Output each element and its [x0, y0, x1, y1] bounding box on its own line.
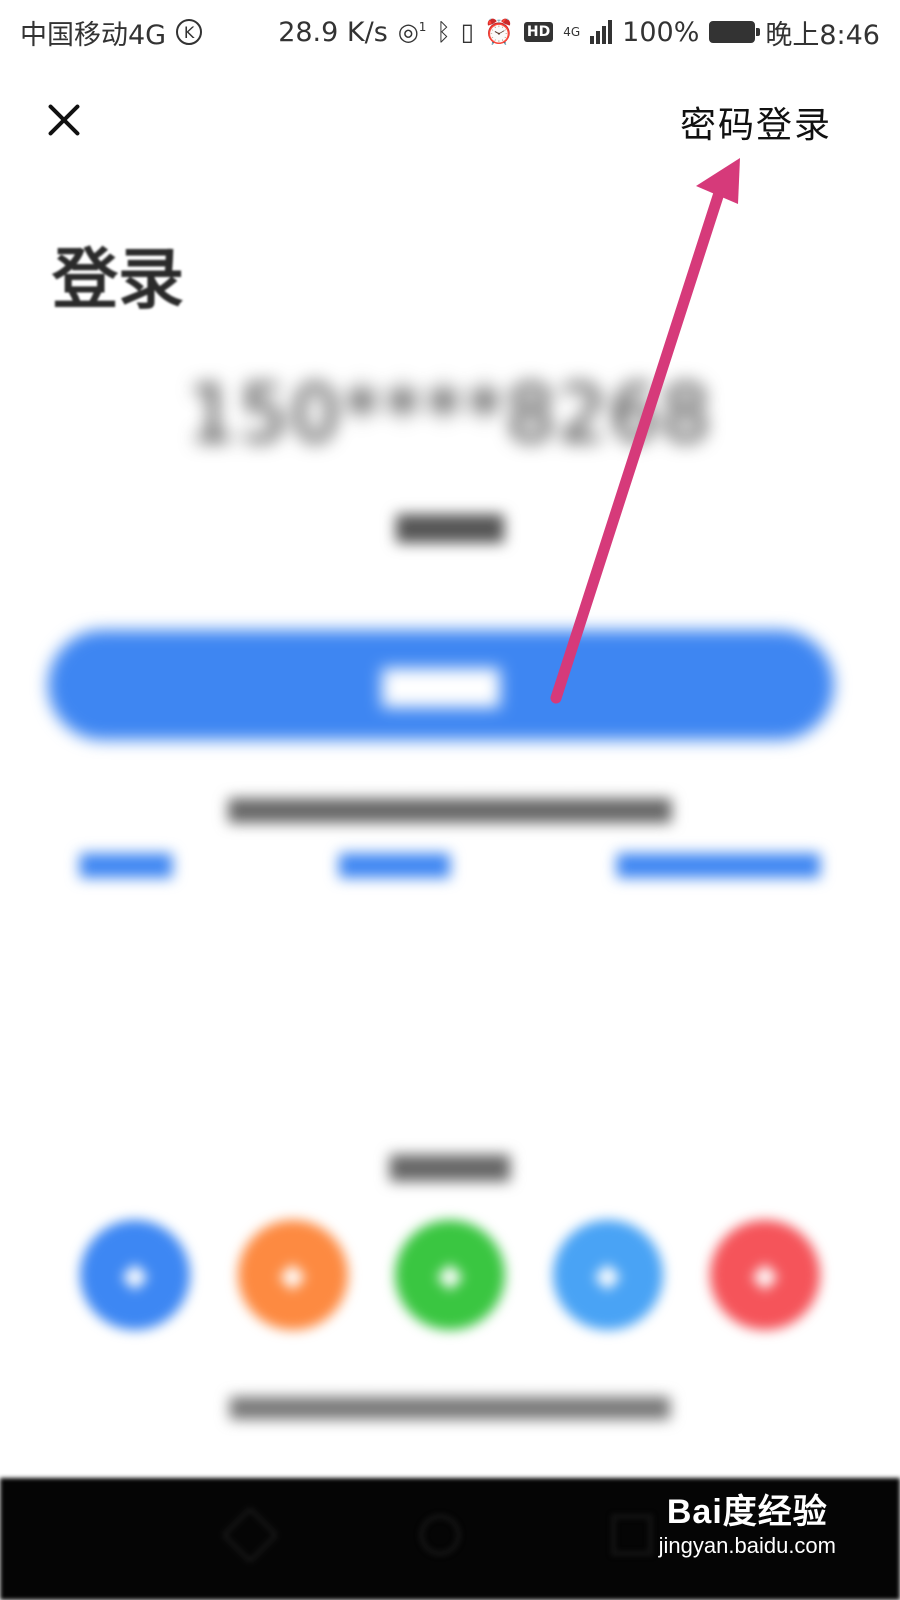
watermark-url: jingyan.baidu.com: [658, 1533, 836, 1558]
alipay-login-button[interactable]: ◆: [710, 1220, 820, 1330]
wechat-icon: ◆: [436, 1255, 464, 1295]
carrier-agreement-link[interactable]: ▇▇▇▇▇▇▇▇▇▇▇: [617, 850, 820, 878]
network-speed: 28.9 K/s: [278, 16, 388, 48]
close-icon[interactable]: [40, 96, 88, 144]
bluetooth-icon: ᛒ: [436, 18, 451, 46]
masked-phone-number: 150****8268: [187, 370, 713, 460]
status-bar: 中国移动4G K 28.9 K/s ◎1 ᛒ ▯ ⏰ HD 4G 100% 晚上…: [0, 0, 900, 64]
agreement-links: ▇▇▇▇▇ ▇▇▇▇▇▇ ▇▇▇▇▇▇▇▇▇▇▇: [80, 850, 820, 878]
qq-icon: ◆: [121, 1255, 149, 1295]
other-login-methods-label: ▇▇▇▇▇▇: [390, 1152, 510, 1182]
weibo-icon: ◆: [279, 1255, 306, 1295]
page-title: 登录: [52, 241, 184, 318]
baidu-jingyan-watermark: Bai度经验 jingyan.baidu.com: [659, 1484, 836, 1559]
carrier-label: 中国移动4G: [20, 19, 167, 51]
hotspot-icon: ◎1: [397, 18, 427, 46]
home-key-icon[interactable]: [420, 1515, 460, 1555]
qq-login-button[interactable]: ◆: [80, 1220, 190, 1330]
battery-icon: [709, 21, 761, 43]
watermark-logo: Bai度经验: [666, 1493, 828, 1531]
alipay-icon: ◆: [751, 1255, 779, 1295]
battery-percent: 100%: [622, 16, 700, 48]
footer-note: ▇▇▇▇▇▇▇▇▇▇▇▇▇▇▇▇▇▇▇▇▇▇▇▇▇▇: [230, 1395, 670, 1420]
carrier-badge: K: [176, 19, 203, 45]
network-type-label: 4G: [563, 25, 581, 39]
hd-badge: HD: [523, 22, 554, 42]
recents-key-icon[interactable]: [612, 1515, 652, 1555]
carrier-auth-note: ▇▇▇▇▇: [396, 510, 504, 543]
hotspot-count: 1: [418, 20, 427, 34]
password-login-link[interactable]: 密码登录: [680, 96, 832, 148]
alarm-icon: ⏰: [483, 18, 514, 46]
signal-icon: [590, 20, 613, 44]
status-bar-left: 中国移动4G K: [20, 13, 203, 52]
social-login-row: ◆ ◆ ◆ ◆ ◆: [80, 1220, 820, 1330]
phone-icon: ◆: [594, 1255, 621, 1295]
agreement-text: ▇▇▇▇▇▇▇▇▇▇▇▇▇▇▇▇▇▇▇▇▇▇▇▇: [228, 795, 672, 823]
phone-login-button[interactable]: ◆: [552, 1220, 663, 1330]
privacy-policy-link[interactable]: ▇▇▇▇▇▇: [339, 850, 450, 878]
weibo-login-button[interactable]: ◆: [237, 1220, 348, 1330]
clock-time: 晚上8:46: [765, 19, 880, 51]
status-bar-right: 28.9 K/s ◎1 ᛒ ▯ ⏰ HD 4G 100% 晚上8:46: [278, 13, 880, 52]
user-agreement-link[interactable]: ▇▇▇▇▇: [80, 850, 172, 878]
wechat-login-button[interactable]: ◆: [395, 1220, 505, 1330]
vibrate-icon: ▯: [460, 18, 474, 46]
annotation-arrow-head: [696, 158, 740, 204]
one-click-login-button[interactable]: ▇▇▇▇: [48, 630, 834, 740]
